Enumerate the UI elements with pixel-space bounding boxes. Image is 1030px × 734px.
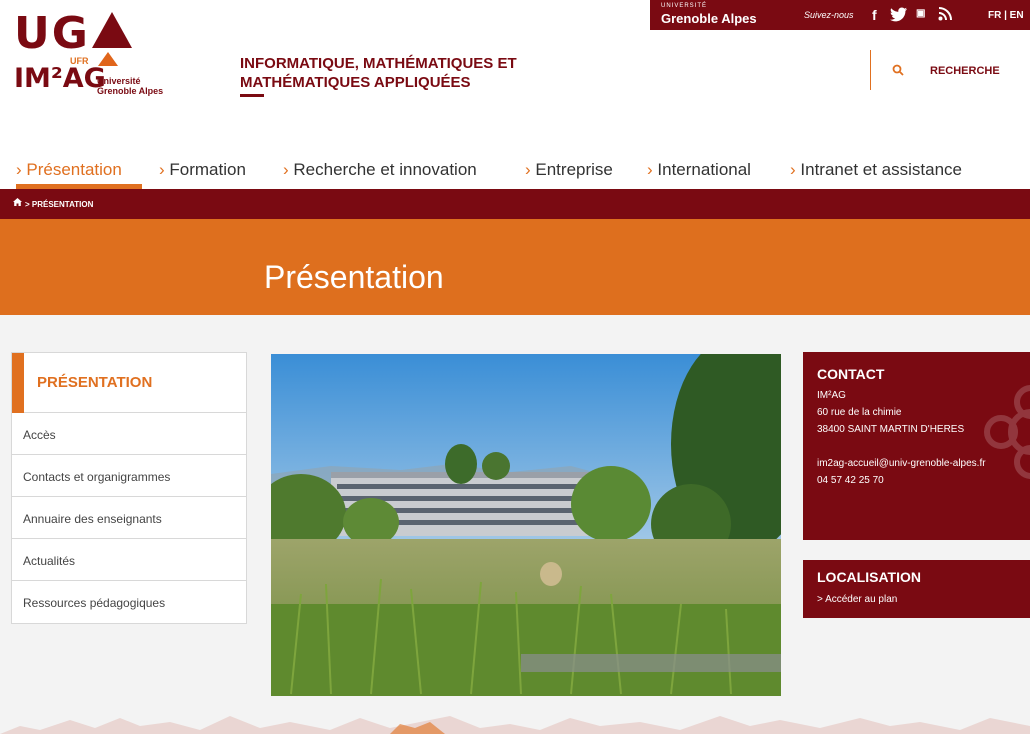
localisation-heading: LOCALISATION	[817, 569, 921, 585]
main-nav: › Présentation › Formation › Recherche e…	[0, 152, 1030, 189]
logo-subtitle: Université Grenoble Alpes	[97, 76, 164, 96]
twitter-icon[interactable]	[890, 7, 908, 25]
title-underline	[240, 94, 264, 97]
localisation-box: LOCALISATION > Accéder au plan	[803, 560, 1030, 618]
follow-label: Suivez-nous	[804, 10, 854, 20]
nav-item-formation[interactable]: › Formation	[159, 160, 246, 180]
sidebar-item-actualites[interactable]: Actualités	[12, 539, 246, 581]
sidebar-item-contacts[interactable]: Contacts et organigrammes	[12, 455, 246, 497]
ufr-title: INFORMATIQUE, MATHÉMATIQUES ET MATHÉMATI…	[240, 55, 517, 91]
breadcrumb: > PRÉSENTATION	[0, 189, 1030, 219]
uga-logo[interactable]: UG	[14, 12, 132, 56]
nav-item-recherche[interactable]: › Recherche et innovation	[283, 160, 477, 180]
contact-org: IM²AG	[817, 390, 846, 401]
youtube-icon[interactable]: ▣	[916, 8, 925, 19]
nav-item-intranet[interactable]: › Intranet et assistance	[790, 160, 962, 180]
contact-heading: CONTACT	[817, 366, 885, 382]
sidebar-heading[interactable]: PRÉSENTATION	[12, 353, 246, 413]
breadcrumb-current: > PRÉSENTATION	[25, 200, 94, 209]
contact-email[interactable]: im2ag-accueil@univ-grenoble-alpes.fr	[817, 458, 986, 469]
facebook-icon[interactable]: f	[872, 7, 877, 23]
rss-icon[interactable]	[938, 7, 952, 24]
nav-item-presentation[interactable]: › Présentation	[16, 160, 122, 180]
page-title: Présentation	[264, 259, 444, 295]
contact-address-line1: 60 rue de la chimie	[817, 407, 902, 418]
contact-box: CONTACT IM²AG 60 rue de la chimie 38400 …	[803, 352, 1030, 540]
map-link[interactable]: > Accéder au plan	[817, 594, 897, 605]
search-icon[interactable]	[892, 64, 904, 79]
contact-phone: 04 57 42 25 70	[817, 475, 884, 486]
search-divider	[870, 50, 871, 90]
rosette-decoration	[984, 385, 1030, 479]
sidebar: PRÉSENTATION Accès Contacts et organigra…	[11, 352, 247, 624]
page-banner: Présentation	[0, 219, 1030, 315]
sidebar-item-annuaire[interactable]: Annuaire des enseignants	[12, 497, 246, 539]
sidebar-item-ressources[interactable]: Ressources pédagogiques	[12, 581, 246, 623]
campus-photo	[271, 354, 781, 696]
home-icon[interactable]	[13, 198, 22, 208]
language-switch[interactable]: FR | EN	[988, 10, 1024, 21]
nav-item-entreprise[interactable]: › Entreprise	[525, 160, 613, 180]
contact-address-line2: 38400 SAINT MARTIN D'HERES	[817, 424, 965, 435]
uga-badge[interactable]: UNIVERSITÉ Grenoble Alpes	[650, 0, 784, 30]
search-button[interactable]: RECHERCHE	[930, 65, 1000, 77]
site-header: UG UFR IM²AG Université Grenoble Alpes I…	[0, 0, 1030, 152]
top-bar: Suivez-nous f ▣ FR | EN	[784, 0, 1030, 30]
nav-item-international[interactable]: › International	[647, 160, 751, 180]
mountain-footer-decoration	[0, 716, 1030, 734]
sidebar-item-acces[interactable]: Accès	[12, 413, 246, 455]
imag-logo[interactable]: IM²AG	[14, 64, 106, 94]
